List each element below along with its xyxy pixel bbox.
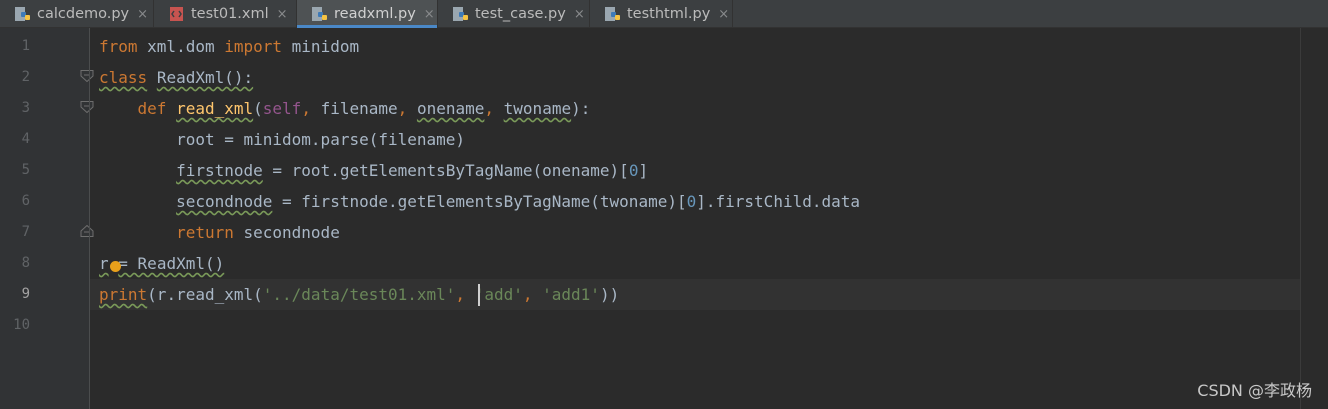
tab-label: calcdemo.py [37,6,130,22]
line-number: 10 [13,317,30,333]
python-file-icon [605,7,620,21]
line-number: 4 [21,131,30,147]
code-text: , [301,99,311,118]
code-text: , [455,285,466,304]
string-literal: '../data/test01.xml' [262,285,456,304]
python-file-icon [312,7,327,21]
variable: secondnode [176,192,273,211]
close-icon[interactable]: × [424,7,435,22]
code-line-1[interactable]: from xml.dom import minidom [99,31,359,62]
code-text: secondnode [233,223,340,242]
tab-label: readxml.py [334,6,416,22]
code-text: xml.dom [137,37,225,56]
variable: firstnode [176,161,263,180]
code-line-2[interactable]: class ReadXml(): [99,62,253,93]
tab-divider [732,0,733,28]
python-file-icon [15,7,30,21]
text-caret [478,284,480,306]
line-number: 7 [21,224,30,240]
right-margin-guide [1300,28,1301,409]
code-text: root = minidom.parse(filename) [176,130,466,149]
code-text: )) [599,285,620,304]
code-text: = firstnode.getElementsByTagName(twoname… [272,192,687,211]
line-number: 5 [21,162,30,178]
code-text: (r.read_xml( [147,285,263,304]
code-text: ] [638,161,649,180]
keyword: class [99,68,148,87]
builtin-function: print [99,285,148,304]
line-number: 1 [21,38,30,54]
keyword: return [176,223,234,242]
close-icon[interactable]: × [137,7,148,22]
function-name: read_xml [176,99,254,118]
keyword: def [137,99,167,118]
string-literal: 'add1' [542,285,600,304]
code-text: ( [253,99,263,118]
tab-readxml[interactable]: readxml.py × [297,0,437,28]
tab-test01[interactable]: test01.xml × [154,0,296,28]
code-text: ): [571,99,591,118]
tab-label: testhtml.py [627,6,711,22]
tab-label: test01.xml [191,6,269,22]
code-line-3[interactable]: def read_xml(self, filename, onename, tw… [99,93,591,124]
code-line-9[interactable]: print(r.read_xml('../data/test01.xml', '… [99,279,619,310]
editor-tab-bar: calcdemo.py × test01.xml × readxml.py × … [0,0,1328,28]
tab-label: test_case.py [475,6,566,22]
number: 0 [628,161,639,180]
code-line-6[interactable]: secondnode = firstnode.getElementsByTagN… [99,186,860,217]
line-number: 8 [21,255,30,271]
tab-calcdemo[interactable]: calcdemo.py × [0,0,153,28]
code-text: minidom [282,37,360,56]
code-text: = root.getElementsByTagName(onename)[ [262,161,629,180]
variable: r [99,254,109,273]
code-text: , [397,99,408,118]
current-line-number: 9 [21,286,30,302]
code-line-5[interactable]: firstnode = root.getElementsByTagName(on… [99,155,648,186]
line-number: 6 [21,193,30,209]
code-editor[interactable]: from xml.dom import minidom class ReadXm… [90,28,1328,409]
class-name: ReadXml(): [156,68,254,87]
param: filename [310,99,398,118]
keyword: from [99,37,138,56]
line-number-gutter[interactable]: 1 2 3 4 5 6 7 8 9 10 [0,28,94,409]
code-line-7[interactable]: return secondnode [99,217,340,248]
close-icon[interactable]: × [718,7,729,22]
close-icon[interactable]: × [574,7,585,22]
xml-file-icon [170,7,183,21]
keyword: import [224,37,283,56]
close-icon[interactable]: × [277,7,288,22]
code-text: , [484,99,495,118]
code-text: , [522,285,543,304]
number: 0 [686,192,697,211]
param: twoname [503,99,572,118]
watermark: CSDN @李政杨 [1197,381,1312,400]
intention-bulb-icon[interactable] [110,261,121,272]
tab-testhtml[interactable]: testhtml.py × [590,0,732,28]
line-number: 2 [21,69,30,85]
code-line-4[interactable]: root = minidom.parse(filename) [99,124,465,155]
param: onename [416,99,485,118]
string-literal: 'add' [474,285,523,304]
self-param: self [262,99,302,118]
tab-test-case[interactable]: test_case.py × [438,0,589,28]
code-text: ].firstChild.data [696,192,861,211]
code-text: = ReadXml() [118,254,225,273]
line-number: 3 [21,100,30,116]
python-file-icon [453,7,468,21]
